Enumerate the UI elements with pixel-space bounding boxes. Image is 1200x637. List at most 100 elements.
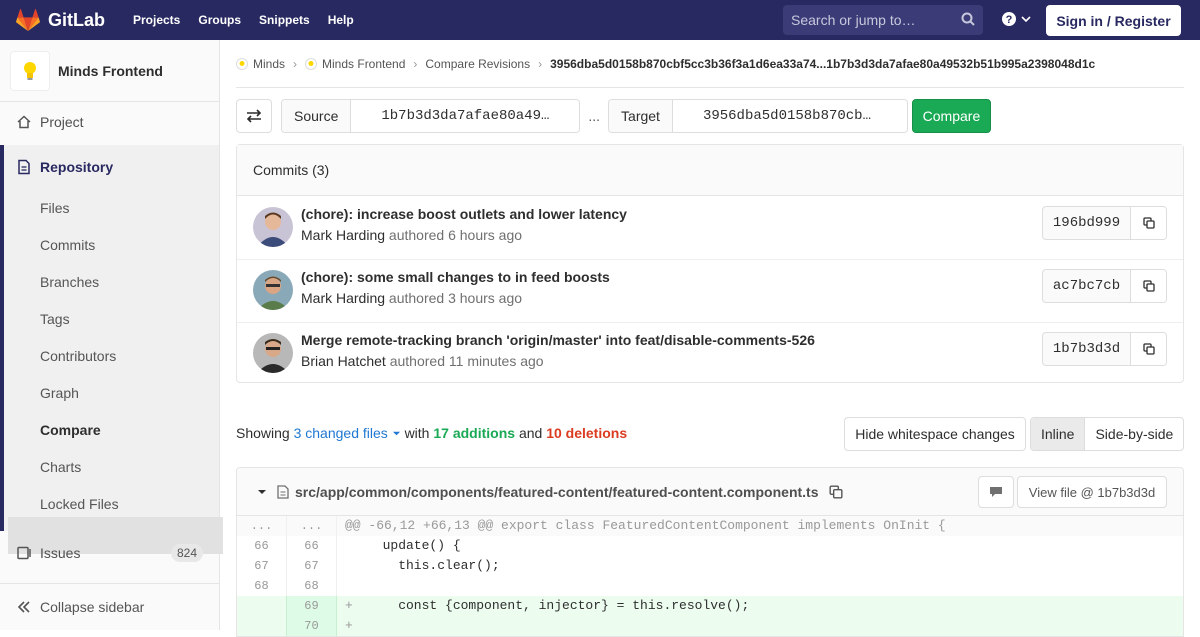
avatar[interactable] [253, 207, 293, 247]
compare-button[interactable]: Compare [911, 99, 991, 133]
inline-view-button[interactable]: Inline [1031, 418, 1086, 450]
sidebar-item-issues[interactable]: Issues 824 [0, 541, 219, 565]
gitlab-logo[interactable]: GitLab [16, 9, 105, 31]
breadcrumb: Minds › Minds Frontend › Compare Revisions… [236, 40, 1184, 88]
source-label: Source [282, 100, 352, 132]
code-text: update() { [367, 538, 461, 553]
comment-button[interactable] [978, 476, 1014, 508]
caret-down-icon [392, 431, 400, 436]
collapse-file-icon[interactable] [257, 487, 267, 497]
svg-text:?: ? [1006, 14, 1013, 26]
diff-file-header: src/app/common/components/featured-conte… [237, 468, 1183, 516]
target-ref-value[interactable]: 3956dba5d0158b870cb… [672, 100, 907, 132]
commit-author[interactable]: Brian Hatchet [301, 353, 386, 369]
new-line-number[interactable]: 66 [287, 536, 337, 556]
range-dots: ... [588, 108, 601, 124]
old-line-number: ... [237, 516, 287, 536]
search-input[interactable]: Search or jump to… [783, 5, 983, 35]
new-line-number[interactable]: 67 [287, 556, 337, 576]
commit-row: (chore): increase boost outlets and lowe… [237, 197, 1183, 260]
commit-sha[interactable]: 196bd999 [1043, 207, 1131, 239]
sidebar-item-compare[interactable]: Compare [40, 422, 101, 438]
avatar[interactable] [253, 270, 293, 310]
sidebar-item-repository[interactable]: Repository [0, 156, 219, 178]
swap-revisions-button[interactable] [236, 99, 272, 133]
changed-files-dropdown[interactable]: 3 changed files [294, 425, 401, 441]
source-ref-value[interactable]: 1b7b3d3da7afae80a49… [351, 100, 580, 132]
commit-sha[interactable]: 1b7b3d3d [1043, 333, 1131, 365]
search-placeholder: Search or jump to… [791, 12, 916, 28]
sidebar-item-locked-files[interactable]: Locked Files [40, 496, 119, 512]
copy-sha-button[interactable] [1131, 207, 1166, 239]
avatar[interactable] [253, 333, 293, 373]
commit-title[interactable]: Merge remote-tracking branch 'origin/mas… [301, 332, 815, 348]
commit-author[interactable]: Mark Harding [301, 290, 385, 306]
commit-author[interactable]: Mark Harding [301, 227, 385, 243]
sidebar-item-commits[interactable]: Commits [40, 237, 95, 253]
old-line-number[interactable] [237, 616, 287, 636]
hide-whitespace-button[interactable]: Hide whitespace changes [844, 417, 1026, 451]
commit-authored: authored [389, 353, 445, 369]
help-dropdown[interactable]: ? [1001, 11, 1031, 27]
commit-time: 11 minutes ago [448, 353, 544, 369]
breadcrumb-item-compare[interactable]: Compare Revisions › [425, 57, 550, 71]
breadcrumb-item-project[interactable]: Minds Frontend › [305, 57, 425, 71]
breadcrumb-label: Minds Frontend [322, 56, 406, 71]
copy-sha-button[interactable] [1131, 333, 1166, 365]
copy-sha-button[interactable] [1131, 270, 1166, 302]
commit-sha-group: ac7bc7cb [1042, 269, 1167, 303]
old-line-number[interactable]: 68 [237, 576, 287, 596]
breadcrumb-item-minds[interactable]: Minds › [236, 57, 305, 71]
target-label: Target [609, 100, 673, 132]
sidebar-item-project[interactable]: Project [0, 110, 219, 134]
breadcrumb-current: 3956dba5d0158b870cbf5cc3b36f3a1d6ea33a74… [550, 56, 1096, 71]
sidebar-item-contributors[interactable]: Contributors [40, 348, 116, 364]
old-line-number[interactable]: 66 [237, 536, 287, 556]
sidebar-item-branches[interactable]: Branches [40, 274, 99, 290]
nav-snippets[interactable]: Snippets [259, 13, 310, 27]
collapse-sidebar-button[interactable]: Collapse sidebar [0, 583, 219, 630]
gitlab-tanuki-icon [16, 9, 40, 31]
nav-help[interactable]: Help [328, 13, 354, 27]
project-avatar [10, 50, 50, 91]
source-ref-selector[interactable]: Source 1b7b3d3da7afae80a49… [281, 99, 581, 133]
copy-icon [1142, 343, 1155, 355]
home-icon [17, 115, 31, 129]
nav-projects[interactable]: Projects [133, 13, 180, 27]
double-chevron-left-icon [17, 601, 30, 613]
sidebar-item-tags[interactable]: Tags [40, 311, 70, 327]
stats-with: with [404, 425, 430, 441]
old-line-number[interactable] [237, 596, 287, 616]
nav-groups[interactable]: Groups [198, 13, 241, 27]
sidebar-item-graph[interactable]: Graph [40, 385, 79, 401]
code-line: this.clear(); [337, 556, 1183, 576]
stats-showing: Showing [236, 425, 290, 441]
collapse-label: Collapse sidebar [40, 599, 145, 615]
commit-title[interactable]: (chore): increase boost outlets and lowe… [301, 206, 627, 222]
commit-sha-group: 196bd999 [1042, 206, 1167, 240]
sign-in-button[interactable]: Sign in / Register [1046, 5, 1181, 36]
issues-count-badge: 824 [170, 544, 203, 562]
sidebar-project-header[interactable]: Minds Frontend [0, 40, 219, 102]
new-line-number[interactable]: 70 [287, 616, 337, 636]
sidebar-item-charts[interactable]: Charts [40, 459, 81, 475]
sidebar-item-files[interactable]: Files [40, 200, 70, 216]
view-file-button[interactable]: View file @ 1b7b3d3d [1017, 476, 1167, 508]
file-path[interactable]: src/app/common/components/featured-conte… [295, 484, 819, 500]
copy-path-icon[interactable] [828, 484, 843, 499]
old-line-number[interactable]: 67 [237, 556, 287, 576]
new-line-number[interactable]: 68 [287, 576, 337, 596]
commit-meta: Mark Harding authored 3 hours ago [301, 290, 522, 306]
commit-meta: Brian Hatchet authored 11 minutes ago [301, 353, 544, 369]
diff-line: 66 66 update() { [237, 536, 1183, 556]
commit-title[interactable]: (chore): some small changes to in feed b… [301, 269, 610, 285]
search-icon [961, 12, 975, 26]
side-by-side-button[interactable]: Side-by-side [1085, 418, 1183, 450]
new-line-number[interactable]: 69 [287, 596, 337, 616]
commit-sha[interactable]: ac7bc7cb [1043, 270, 1131, 302]
deletions-count: 10 deletions [546, 425, 628, 441]
target-ref-selector[interactable]: Target 3956dba5d0158b870cb… [608, 99, 908, 133]
diff-added-line: 69 + const {component, injector} = this.r… [237, 596, 1183, 616]
brand-name: GitLab [48, 9, 105, 30]
